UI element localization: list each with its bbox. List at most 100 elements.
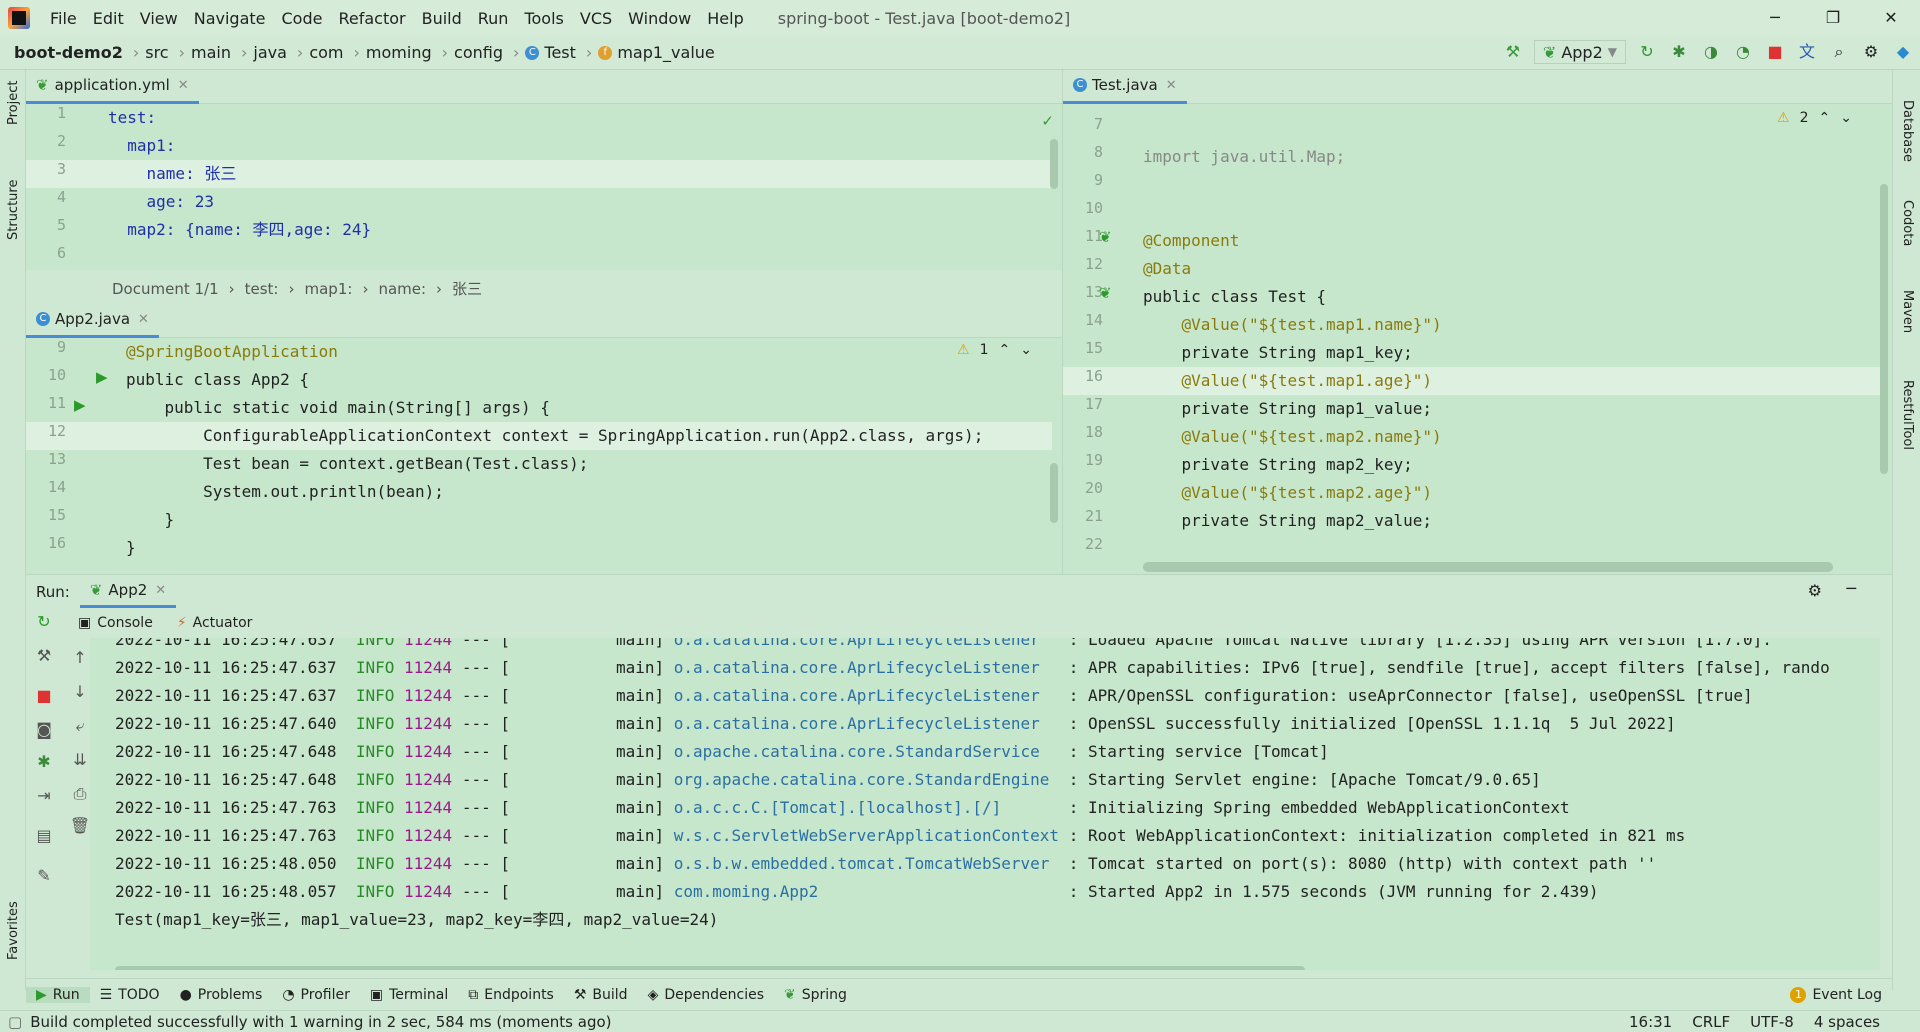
crumb-project[interactable]: boot-demo2 bbox=[14, 43, 123, 62]
test-editor[interactable]: ⚠ 2 ⌃ ⌄ 7 8 import java.util.Map; 9 10 1… bbox=[1062, 104, 1892, 574]
profile-icon[interactable]: ◔ bbox=[1732, 41, 1754, 63]
stop-icon[interactable]: ■ bbox=[1764, 41, 1786, 63]
line-separator[interactable]: CRLF bbox=[1692, 1013, 1730, 1031]
tab-application-yml[interactable]: ❦ application.yml ✕ bbox=[26, 70, 199, 104]
warning-count[interactable]: 1 bbox=[980, 342, 989, 358]
yml-editor[interactable]: 1 test: 2 map1: 3 name: 张三 4 age: 23 5 m… bbox=[26, 104, 1062, 270]
close-tab-icon[interactable]: ✕ bbox=[138, 312, 149, 327]
horizontal-scrollbar[interactable] bbox=[1143, 562, 1833, 572]
crumb-config[interactable]: config bbox=[454, 43, 503, 62]
yml-path-item[interactable]: name: bbox=[378, 280, 426, 298]
run-gutter-icon[interactable]: ▶ bbox=[74, 396, 86, 414]
close-tab-icon[interactable]: ✕ bbox=[178, 78, 189, 93]
actuator-tab[interactable]: ⚡ Actuator bbox=[177, 615, 253, 631]
tool-todo[interactable]: ☰ TODO bbox=[90, 987, 170, 1003]
project-tool-tab[interactable]: Project bbox=[6, 81, 21, 125]
exit-icon[interactable]: ⇥ bbox=[32, 786, 56, 805]
chevron-down-icon[interactable]: ⌄ bbox=[1020, 342, 1032, 358]
yml-path-item[interactable]: 张三 bbox=[452, 278, 482, 299]
chevron-up-icon[interactable]: ⌃ bbox=[999, 342, 1011, 358]
status-message[interactable]: Build completed successfully with 1 warn… bbox=[30, 1013, 611, 1031]
coverage-icon[interactable]: ◑ bbox=[1700, 41, 1722, 63]
run-gutter-icon[interactable]: ▶ bbox=[96, 368, 108, 386]
wrench-icon[interactable]: ⚒ bbox=[32, 646, 56, 665]
build-hammer-icon[interactable]: ⚒ bbox=[1502, 41, 1524, 63]
bean-gutter-icon[interactable]: ❦ bbox=[1099, 284, 1112, 302]
hide-panel-icon[interactable]: ─ bbox=[1846, 579, 1856, 598]
crumb-main[interactable]: main bbox=[191, 43, 231, 62]
scroll-down-icon[interactable]: ↓ bbox=[68, 682, 92, 701]
tool-endpoints[interactable]: ⧉ Endpoints bbox=[458, 987, 564, 1003]
bean-gutter-icon[interactable]: ❦ bbox=[1099, 228, 1112, 246]
menu-refactor[interactable]: Refactor bbox=[330, 9, 413, 28]
translate-icon[interactable]: 文 bbox=[1796, 41, 1818, 63]
run-tab-app2[interactable]: ❦ App2 ✕ bbox=[79, 576, 177, 608]
tool-spring[interactable]: ❦ Spring bbox=[774, 987, 857, 1003]
rerun-icon[interactable]: ↻ bbox=[1636, 41, 1658, 63]
close-tab-icon[interactable]: ✕ bbox=[1166, 78, 1177, 93]
trash-icon[interactable]: 🗑 bbox=[68, 816, 92, 835]
stop-icon[interactable]: ■ bbox=[32, 686, 56, 705]
chevron-up-icon[interactable]: ⌃ bbox=[1819, 110, 1831, 126]
restore-button[interactable]: ❐ bbox=[1804, 0, 1862, 36]
tab-app2-java[interactable]: C App2.java ✕ bbox=[26, 304, 159, 338]
scroll-up-icon[interactable]: ↑ bbox=[68, 648, 92, 667]
menu-file[interactable]: File bbox=[42, 9, 85, 28]
menu-vcs[interactable]: VCS bbox=[572, 9, 620, 28]
crumb-class[interactable]: Test bbox=[544, 43, 576, 62]
tool-terminal[interactable]: ▣ Terminal bbox=[360, 987, 458, 1003]
crumb-field[interactable]: map1_value bbox=[617, 43, 714, 62]
gear-icon[interactable]: ⚙ bbox=[1860, 41, 1882, 63]
maven-tool-tab[interactable]: Maven bbox=[1900, 290, 1915, 333]
scrollbar[interactable] bbox=[1050, 139, 1058, 189]
gear-icon[interactable]: ⚙ bbox=[1808, 581, 1822, 600]
structure-tool-tab[interactable]: Structure bbox=[6, 180, 21, 240]
menu-edit[interactable]: Edit bbox=[85, 9, 132, 28]
app-editor[interactable]: ⚠ 1 ⌃ ⌄ 9 @SpringBootApplication 10 ▶ pu… bbox=[26, 338, 1062, 574]
database-tool-tab[interactable]: Database bbox=[1900, 100, 1915, 162]
menu-tools[interactable]: Tools bbox=[516, 9, 571, 28]
chevron-down-icon[interactable]: ⌄ bbox=[1840, 110, 1852, 126]
menu-navigate[interactable]: Navigate bbox=[186, 9, 274, 28]
debug-icon[interactable]: ✱ bbox=[32, 752, 56, 771]
run-config-selector[interactable]: ❦ App2 ▼ bbox=[1533, 40, 1626, 64]
tool-run[interactable]: ▶ Run bbox=[26, 986, 90, 1003]
warning-count[interactable]: 2 bbox=[1800, 110, 1809, 126]
favorites-tool-tab[interactable]: Favorites bbox=[6, 901, 21, 960]
restful-tool-tab[interactable]: RestfulTool bbox=[1900, 380, 1915, 450]
codota-tool-tab[interactable]: Codota bbox=[1900, 200, 1915, 246]
scroll-end-icon[interactable]: ⇊ bbox=[68, 750, 92, 769]
soft-wrap-icon[interactable]: ⤶ bbox=[68, 716, 92, 736]
crumb-src[interactable]: src bbox=[145, 43, 168, 62]
status-square-icon[interactable]: ▢ bbox=[8, 1013, 22, 1031]
pin-icon[interactable]: ✎ bbox=[32, 866, 56, 885]
camera-icon[interactable]: ◙ bbox=[32, 720, 56, 739]
close-tab-icon[interactable]: ✕ bbox=[155, 583, 166, 598]
menu-window[interactable]: Window bbox=[620, 9, 699, 28]
crumb-moming[interactable]: moming bbox=[366, 43, 432, 62]
debug-icon[interactable]: ✱ bbox=[1668, 41, 1690, 63]
indent-setting[interactable]: 4 spaces bbox=[1814, 1013, 1880, 1031]
search-icon[interactable]: ⌕ bbox=[1828, 41, 1850, 63]
caret-position[interactable]: 16:31 bbox=[1629, 1013, 1672, 1031]
file-encoding[interactable]: UTF-8 bbox=[1750, 1013, 1794, 1031]
close-button[interactable]: ✕ bbox=[1862, 0, 1920, 36]
menu-code[interactable]: Code bbox=[274, 9, 331, 28]
scrollbar[interactable] bbox=[1050, 463, 1058, 523]
document-indicator[interactable]: Document 1/1 bbox=[112, 280, 219, 298]
yml-path-item[interactable]: map1: bbox=[305, 280, 353, 298]
crumb-java[interactable]: java bbox=[253, 43, 287, 62]
tab-test-java[interactable]: C Test.java ✕ bbox=[1063, 70, 1187, 104]
tool-profiler[interactable]: ◔ Profiler bbox=[272, 987, 360, 1003]
tool-dependencies[interactable]: ◈ Dependencies bbox=[638, 987, 774, 1003]
yml-path-item[interactable]: test: bbox=[245, 280, 279, 298]
tool-build[interactable]: ⚒ Build bbox=[564, 987, 638, 1003]
plugin-icon[interactable]: ◆ bbox=[1892, 41, 1914, 63]
event-log-button[interactable]: 1 Event Log bbox=[1780, 986, 1892, 1003]
crumb-com[interactable]: com bbox=[309, 43, 343, 62]
horizontal-scrollbar[interactable] bbox=[115, 966, 1305, 970]
rerun-icon[interactable]: ↻ bbox=[32, 612, 56, 631]
menu-build[interactable]: Build bbox=[414, 9, 470, 28]
layout-icon[interactable]: ▤ bbox=[32, 826, 56, 845]
menu-view[interactable]: View bbox=[132, 9, 186, 28]
